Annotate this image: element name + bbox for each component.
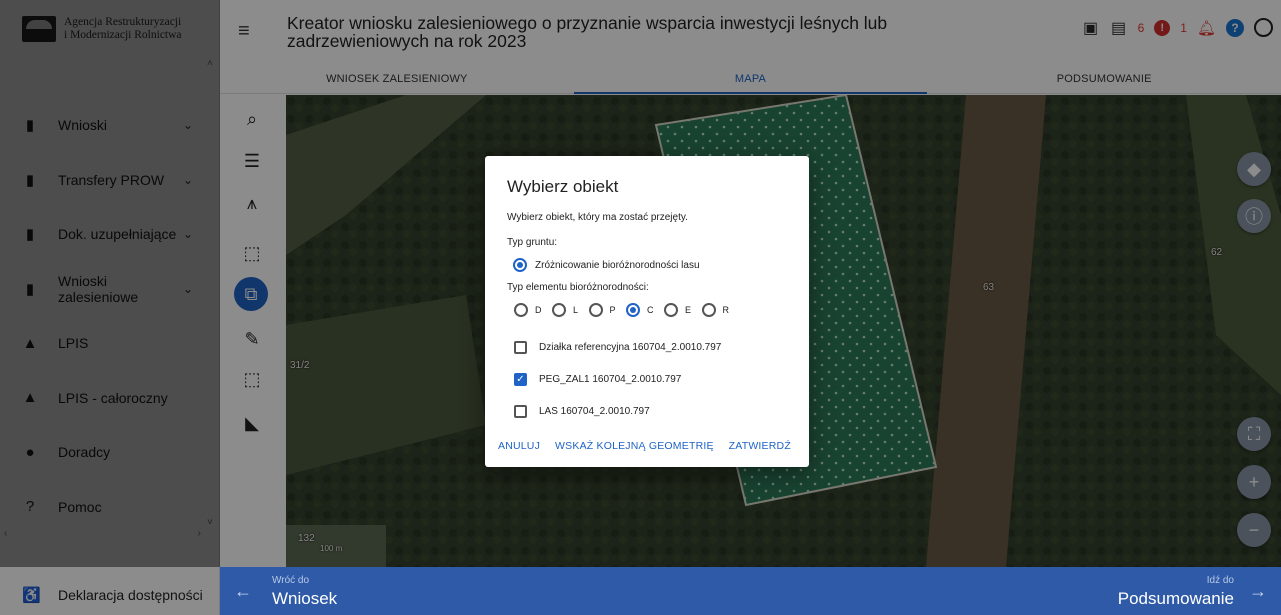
element-option-r[interactable]: R: [701, 303, 730, 317]
element-type-label: Typ elementu bioróżnorodności:: [507, 282, 649, 293]
wizard-footer: ← Wróć do Wniosek Idź do Podsumowanie →: [220, 567, 1281, 615]
sidebar-backdrop: [0, 0, 220, 615]
back-button[interactable]: Wniosek: [272, 589, 337, 609]
element-option-d[interactable]: D: [514, 303, 542, 317]
next-caption: Idź do: [1206, 575, 1234, 586]
element-type-options: D L P C E R: [514, 303, 740, 317]
element-option-p[interactable]: P: [588, 303, 617, 317]
next-geometry-button[interactable]: WSKAŻ KOLEJNĄ GEOMETRIĘ: [555, 440, 714, 452]
arrow-left-icon[interactable]: ←: [234, 581, 252, 602]
dialog-title: Wybierz obiekt: [507, 177, 619, 196]
checkbox[interactable]: [514, 341, 527, 354]
element-option-e[interactable]: E: [664, 303, 692, 317]
radio[interactable]: [664, 303, 679, 317]
element-option-l[interactable]: L: [552, 303, 579, 317]
radio[interactable]: [514, 303, 528, 317]
back-caption: Wróć do: [272, 575, 310, 586]
arrow-right-icon[interactable]: →: [1249, 581, 1267, 602]
radio-selected[interactable]: [626, 303, 641, 317]
cancel-button[interactable]: ANULUJ: [498, 440, 540, 452]
select-object-dialog: Wybierz obiekt Wybierz obiekt, który ma …: [485, 156, 809, 467]
checkbox-las[interactable]: LAS 160704_2.0010.797: [514, 405, 650, 418]
radio[interactable]: [552, 303, 566, 317]
checkbox[interactable]: [514, 405, 527, 418]
dialog-description: Wybierz obiekt, który ma zostać przejęty…: [507, 212, 688, 223]
confirm-button[interactable]: ZATWIERDŹ: [729, 440, 791, 452]
dialog-actions: ANULUJ WSKAŻ KOLEJNĄ GEOMETRIĘ ZATWIERDŹ: [498, 440, 791, 452]
radio[interactable]: [588, 303, 603, 317]
ground-type-option-label: Zróżnicowanie bioróżnorodności lasu: [535, 259, 700, 271]
checkbox-peg-zal1[interactable]: ✓ PEG_ZAL1 160704_2.0010.797: [514, 373, 681, 386]
ground-type-label: Typ gruntu:: [507, 237, 558, 248]
checkbox-dzialka-referencyjna[interactable]: Działka referencyjna 160704_2.0010.797: [514, 341, 721, 354]
element-option-c[interactable]: C: [626, 303, 654, 317]
radio-selected[interactable]: [513, 258, 527, 272]
ground-type-option[interactable]: Zróżnicowanie bioróżnorodności lasu: [513, 258, 700, 272]
checkbox-checked[interactable]: ✓: [514, 373, 527, 386]
radio[interactable]: [701, 303, 716, 317]
next-button[interactable]: Podsumowanie: [1118, 589, 1234, 609]
